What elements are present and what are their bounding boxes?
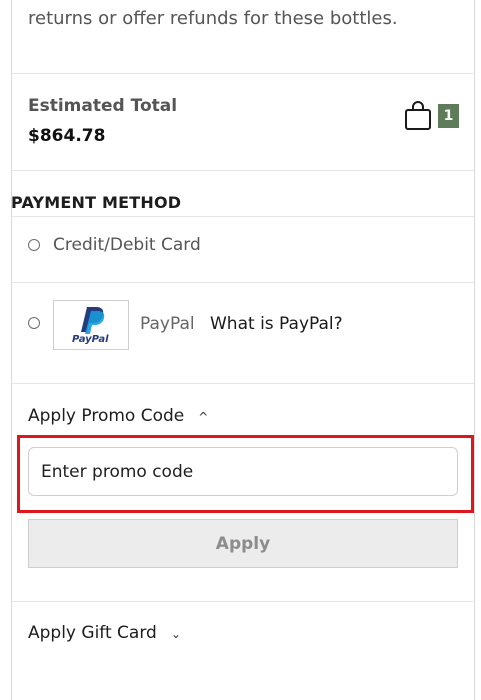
promo-code-toggle[interactable]: Apply Promo Code ^ <box>28 406 208 426</box>
gift-card-label: Apply Gift Card <box>28 623 157 643</box>
shopping-bag-icon[interactable] <box>403 100 433 132</box>
divider <box>11 216 474 217</box>
returns-notice: returns or offer refunds for these bottl… <box>28 8 398 29</box>
checkout-page: returns or offer refunds for these bottl… <box>0 0 481 700</box>
chevron-down-icon: ⌄ <box>170 627 181 641</box>
panel-left-border <box>11 0 12 700</box>
divider <box>11 601 474 602</box>
paypal-label[interactable]: PayPal <box>140 314 195 334</box>
payment-method-heading: PAYMENT METHOD <box>11 193 182 212</box>
apply-promo-button[interactable]: Apply <box>28 519 458 568</box>
divider <box>11 383 474 384</box>
credit-card-label[interactable]: Credit/Debit Card <box>53 235 201 255</box>
paypal-radio[interactable] <box>28 317 40 329</box>
what-is-paypal-link[interactable]: What is PayPal? <box>210 314 343 334</box>
gift-card-toggle[interactable]: Apply Gift Card ⌄ <box>28 623 181 643</box>
paypal-logo: PayPal <box>53 300 129 350</box>
chevron-up-icon: ^ <box>198 410 209 424</box>
paypal-logo-text: PayPal <box>72 334 109 345</box>
estimated-total-label: Estimated Total <box>28 96 178 116</box>
divider <box>11 73 474 74</box>
promo-code-input[interactable] <box>28 447 458 496</box>
promo-code-label: Apply Promo Code <box>28 406 185 426</box>
divider <box>11 170 474 171</box>
divider <box>11 282 474 283</box>
credit-card-radio[interactable] <box>28 239 40 251</box>
cart-count-badge: 1 <box>438 104 459 128</box>
estimated-total-value: $864.78 <box>28 126 106 146</box>
panel-right-border <box>474 0 475 700</box>
